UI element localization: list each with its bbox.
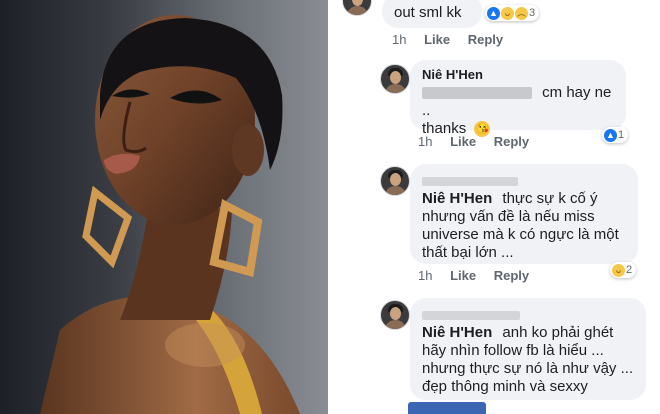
reply-link[interactable]: Reply bbox=[494, 268, 529, 283]
comment-actions: 1h Like Reply bbox=[392, 32, 517, 47]
comment-text: out sml kk bbox=[394, 4, 462, 21]
redacted-mention bbox=[422, 87, 532, 100]
avatar[interactable] bbox=[380, 64, 410, 94]
comment-bubble: out sml kk bbox=[382, 0, 482, 28]
comment-text: universe mà k có ngực là một bbox=[422, 226, 619, 243]
reply-link[interactable]: Reply bbox=[494, 134, 529, 149]
reaction-summary[interactable]: ▲ 1 bbox=[602, 127, 629, 143]
comment-time[interactable]: 1h bbox=[418, 268, 432, 283]
avatar[interactable] bbox=[380, 300, 410, 330]
reaction-count: 3 bbox=[529, 7, 536, 19]
comment-text: thực sự k cố ý bbox=[502, 190, 598, 207]
like-icon: ▲ bbox=[487, 6, 500, 20]
comment-author[interactable]: Niê H'Hen bbox=[422, 66, 608, 84]
reply-link[interactable]: Reply bbox=[468, 32, 503, 47]
comment-text: nhưng thực sự nó là như vậy ... bbox=[422, 360, 634, 377]
portrait-illustration bbox=[40, 15, 300, 414]
comment-text: đẹp thông minh và sexxy bbox=[422, 378, 588, 395]
comment-time[interactable]: 1h bbox=[392, 32, 406, 47]
avatar[interactable] bbox=[342, 0, 372, 16]
haha-icon: ᴗ bbox=[612, 263, 625, 277]
comment-actions: 1h Like Reply bbox=[418, 134, 543, 149]
comment-time[interactable]: 1h bbox=[418, 134, 432, 149]
like-link[interactable]: Like bbox=[450, 268, 476, 283]
redacted-mention bbox=[422, 176, 518, 186]
comment-thread: out sml kk ▲ ᴗ ︵ 3 1h Like Reply Niê H'H… bbox=[332, 0, 660, 414]
comment-actions: 1h Like Reply bbox=[418, 268, 543, 283]
comment-bubble: Niê H'Hen thực sự k cố ý nhưng vấn đề là… bbox=[410, 164, 638, 264]
comment-bubble: Niê H'Hen anh ko phải ghét hãy nhìn foll… bbox=[410, 298, 646, 400]
comment-text: thất bại lớn ... bbox=[422, 244, 514, 261]
reaction-count: 1 bbox=[618, 129, 625, 141]
next-attachment-thumbnail[interactable] bbox=[408, 402, 486, 414]
comment-text: hãy nhìn follow fb là hiểu ... bbox=[422, 342, 604, 359]
haha-icon: ᴗ bbox=[501, 6, 514, 20]
comment-bubble: Niê H'Hen cm hay ne .. thanks 😘 bbox=[410, 60, 626, 138]
reaction-summary[interactable]: ᴗ 2 bbox=[610, 262, 637, 278]
reaction-summary[interactable]: ▲ ᴗ ︵ 3 bbox=[485, 5, 540, 21]
reaction-count: 2 bbox=[626, 264, 633, 276]
comment-text: nhưng vấn đề là nếu miss bbox=[422, 208, 595, 225]
like-icon: ▲ bbox=[604, 128, 617, 142]
avatar[interactable] bbox=[380, 166, 410, 196]
sad-icon: ︵ bbox=[515, 6, 528, 20]
redacted-mention bbox=[422, 310, 520, 320]
comment-author[interactable]: Niê H'Hen bbox=[422, 324, 492, 341]
like-link[interactable]: Like bbox=[450, 134, 476, 149]
like-link[interactable]: Like bbox=[424, 32, 450, 47]
comment-text: anh ko phải ghét bbox=[502, 324, 614, 341]
portrait-photo bbox=[0, 0, 328, 414]
comment-author[interactable]: Niê H'Hen bbox=[422, 190, 492, 207]
